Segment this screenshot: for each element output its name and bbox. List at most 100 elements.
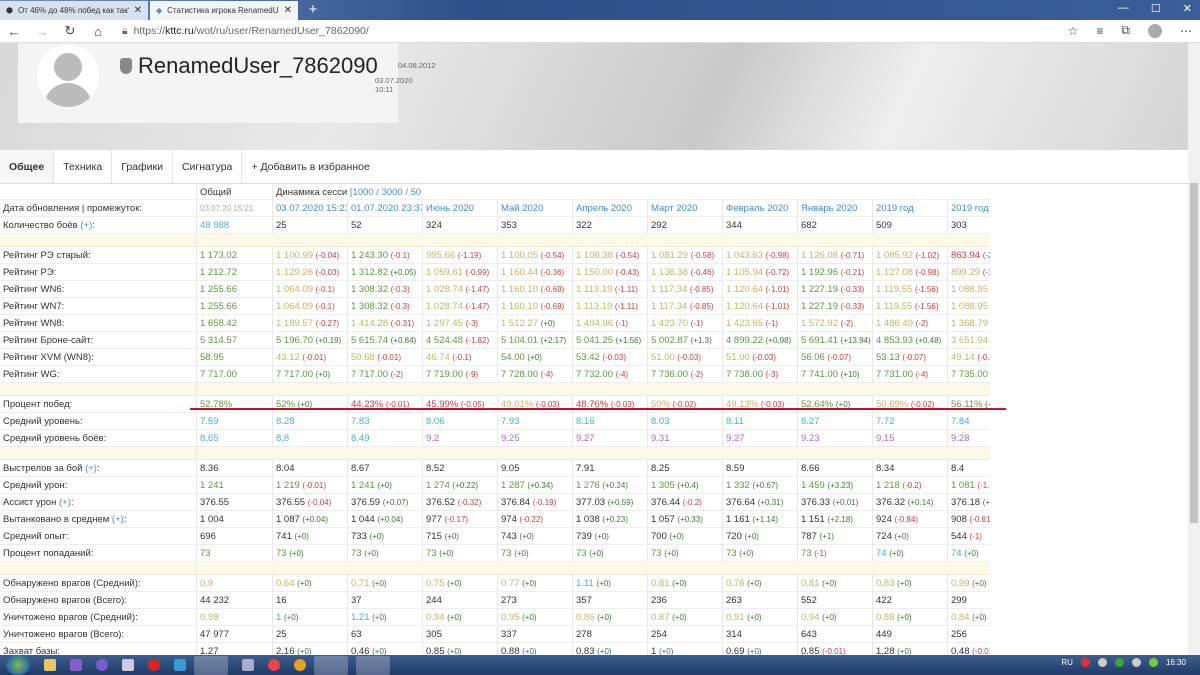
close-window-icon[interactable]: ✕ [1183, 2, 1192, 15]
period-link[interactable]: Январь 2020 [798, 200, 873, 217]
cell-delta: (+0) [672, 613, 687, 622]
cell-value: 7 736.00 [651, 369, 688, 380]
new-tab-button[interactable]: + [304, 1, 322, 19]
app-taskbar-button-2[interactable] [356, 655, 390, 675]
volume-icon[interactable] [1131, 658, 1141, 667]
expand-link[interactable]: (+) [112, 514, 124, 525]
total-cell: 1 212.72 [197, 264, 273, 281]
viber-icon[interactable] [96, 659, 108, 671]
cell-delta: (+0.01) [832, 498, 859, 507]
period-link[interactable]: 2019 год [948, 200, 990, 217]
cell-delta: (-1) [615, 319, 629, 328]
browser-tab-forum[interactable]: ⬢ От 46% до 48% побед как так? ✕ [0, 1, 148, 20]
period-link[interactable]: 03.07.2020 15:21 [273, 200, 348, 217]
refresh-icon[interactable]: ↻ [56, 23, 84, 39]
period-cell: 1 059.61 (-0.99) [423, 264, 498, 281]
period-cell: 254 [648, 626, 723, 643]
cell-value: 48 988 [200, 220, 230, 231]
cell-value: 1 119.55 [876, 301, 913, 312]
explorer-icon[interactable] [44, 659, 56, 671]
more-menu-icon[interactable]: ⋯ [1180, 24, 1192, 38]
cell-delta: (-0.3) [390, 285, 410, 294]
tray-icon[interactable] [1080, 658, 1090, 667]
cell-delta: (-0.17) [444, 515, 469, 524]
period-cell: 52 [348, 217, 423, 234]
edge-taskbar-button[interactable] [194, 655, 228, 675]
period-cell: 899.29 (-1 [948, 264, 990, 281]
tab-general[interactable]: Общее [0, 150, 55, 183]
period-cell: 1 113.19 (-1.11) [573, 281, 648, 298]
period-cell: 1 227.19 (-0.33) [798, 298, 873, 315]
period-cell: 1 512.27 (+0) [498, 315, 573, 332]
cell-value: 1 423.65 [726, 318, 763, 329]
page-scrollbar[interactable] [1188, 43, 1200, 655]
close-tab-icon[interactable]: ✕ [134, 5, 142, 16]
profile-avatar-icon[interactable] [1148, 23, 1162, 38]
back-icon[interactable]: ← [0, 24, 28, 39]
chrome-icon[interactable] [268, 659, 280, 671]
tab-title: От 46% до 48% побед как так? [17, 6, 129, 15]
language-indicator[interactable]: RU [1061, 658, 1073, 667]
cell-delta: (-0.54) [540, 251, 565, 260]
steam-icon[interactable] [122, 659, 134, 671]
clock[interactable]: 16:30 [1166, 658, 1186, 667]
cell-value: 739 [576, 531, 592, 542]
start-button[interactable] [6, 655, 30, 675]
cell-value: 0.94 [801, 612, 820, 623]
tab-signature[interactable]: Сигнатура [173, 150, 243, 183]
cell-value: 1 100.05 [501, 250, 538, 261]
expand-link[interactable]: (+) [59, 497, 71, 508]
minimize-icon[interactable]: — [1118, 2, 1129, 15]
opera-icon[interactable] [148, 659, 160, 671]
period-link[interactable]: Май 2020 [498, 200, 573, 217]
game-launcher-icon[interactable] [294, 659, 306, 671]
period-cell: 7 735.00 [948, 366, 990, 383]
period-cell: 353 [498, 217, 573, 234]
cell-value: 1 150.00 [576, 267, 613, 278]
session-range-links[interactable]: [1000 / 3000 / 50 [350, 187, 421, 198]
url-input[interactable]: 🔒︎ https://kttc.ru/wot/ru/user/RenamedUs… [122, 25, 369, 38]
period-cell: 0.99 (+0) [948, 575, 990, 592]
period-cell: 73 (-1) [798, 545, 873, 562]
cell-value: 1 117.34 [651, 301, 688, 312]
ie-icon[interactable] [174, 659, 186, 671]
period-link[interactable]: 01.07.2020 23:37 [348, 200, 423, 217]
period-link[interactable]: 2019 год [873, 200, 948, 217]
notepad-icon[interactable] [242, 659, 254, 671]
close-tab-icon[interactable]: ✕ [284, 5, 292, 16]
app-taskbar-button[interactable] [314, 655, 348, 675]
period-link[interactable]: Июнь 2020 [423, 200, 498, 217]
cell-value: 0.9 [200, 578, 214, 589]
cell-delta: (+0) [597, 647, 612, 655]
period-cell: 7 719.00 (-9) [423, 366, 498, 383]
maximize-icon[interactable]: ☐ [1151, 2, 1161, 15]
visual-studio-icon[interactable] [70, 659, 82, 671]
period-link[interactable]: Апрель 2020 [573, 200, 648, 217]
scrollbar-thumb[interactable] [1190, 183, 1198, 523]
tray-icon[interactable] [1097, 658, 1107, 667]
tab-charts[interactable]: Графики [112, 150, 173, 183]
period-cell: 1 087 (+0.04) [273, 511, 348, 528]
period-link[interactable]: Февраль 2020 [723, 200, 798, 217]
favorite-star-icon[interactable]: ☆ [1068, 24, 1079, 38]
favorites-list-icon[interactable]: ≡ [1096, 24, 1103, 38]
cell-value: 1 127.08 [876, 267, 913, 278]
collections-icon[interactable]: ⧉ [1121, 23, 1130, 38]
nvidia-icon[interactable] [1148, 658, 1158, 667]
add-to-favorites-button[interactable]: + Добавить в избранное [242, 150, 378, 183]
cell-value: 7 719.00 [426, 369, 463, 380]
period-cell: 0.48 (-0.01 [948, 643, 990, 655]
forward-icon[interactable]: → [28, 24, 56, 39]
period-link[interactable]: Март 2020 [648, 200, 723, 217]
cell-delta: (-0.03) [602, 353, 626, 362]
browser-tab-stats[interactable]: ◆ Статистика игрока RenamedUser ✕ [150, 1, 298, 20]
table-row: Обнаружено врагов (Средний): 0.9 0.64 (+0)… [0, 575, 990, 592]
home-icon[interactable]: ⌂ [84, 24, 112, 39]
tray-icon[interactable] [1114, 658, 1124, 667]
expand-link[interactable]: (+) [85, 463, 97, 474]
cell-value: 1 160.44 [501, 267, 538, 278]
tab-vehicles[interactable]: Техника [54, 150, 113, 183]
cell-value: 324 [426, 220, 442, 231]
expand-link[interactable]: (+) [80, 220, 92, 231]
table-row: Количество боёв (+): 48 988 25 52 324 353 322 2… [0, 217, 990, 234]
